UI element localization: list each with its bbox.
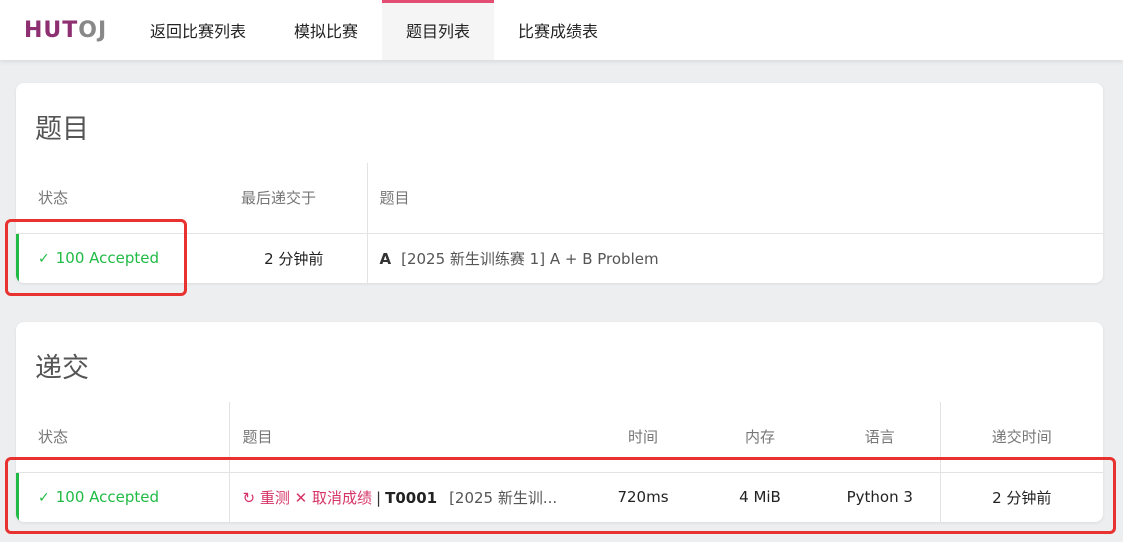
- cancel-score-label: 取消成绩: [312, 488, 373, 507]
- nav-mock-contest[interactable]: 模拟比赛: [270, 0, 382, 60]
- status-text: Accepted: [89, 249, 160, 268]
- status-score: 100: [55, 249, 85, 268]
- status-score: 100: [55, 488, 85, 507]
- last-submit-time: 2 分钟前: [264, 249, 324, 268]
- memory-usage: 4 MiB: [739, 488, 781, 507]
- rejudge-button[interactable]: ↻ 重测: [243, 489, 290, 507]
- nav-menu: 返回比赛列表 模拟比赛 题目列表 比赛成绩表: [126, 0, 622, 60]
- header-problem: 题目: [366, 163, 1103, 234]
- header-submit-time: 递交时间: [939, 402, 1103, 473]
- status-text: Accepted: [89, 488, 160, 507]
- submissions-card: 递交 状态 题目 时间 内存 语言 递交时间 ✓ 100 Accepted ↻ 重…: [16, 322, 1103, 522]
- problems-card: 题目 状态 最后递交于 题目 ✓ 100 Accepted 2 分钟前 A [202…: [16, 83, 1103, 283]
- nav-problem-list[interactable]: 题目列表: [382, 0, 495, 60]
- submissions-table: 状态 题目 时间 内存 语言 递交时间 ✓ 100 Accepted ↻ 重测 ✕…: [16, 402, 1103, 522]
- language: Python 3: [846, 488, 913, 507]
- problem-name-link[interactable]: [2025 新生训练赛 1] A + B Problem: [401, 250, 658, 268]
- nav-scoreboard[interactable]: 比赛成绩表: [494, 0, 622, 60]
- header-problem: 题目: [228, 402, 586, 473]
- top-navbar: HUTOJ 返回比赛列表 模拟比赛 题目列表 比赛成绩表: [0, 0, 1123, 60]
- submit-time: 2 分钟前: [939, 472, 1103, 522]
- problem-cell[interactable]: A [2025 新生训练赛 1] A + B Problem: [366, 233, 1103, 283]
- logo-text-hut: HUT: [24, 17, 79, 43]
- problems-table: 状态 最后递交于 题目 ✓ 100 Accepted 2 分钟前 A [2025 新…: [16, 163, 1103, 283]
- problem-id[interactable]: T0001: [385, 489, 437, 507]
- header-status: 状态: [16, 402, 229, 473]
- logo-text-oj: OJ: [78, 17, 108, 43]
- rejudge-label: 重测: [259, 488, 290, 507]
- problem-title-link[interactable]: [2025 新生训...: [449, 489, 557, 507]
- header-time: 时间: [586, 402, 700, 473]
- site-logo[interactable]: HUTOJ: [24, 18, 116, 43]
- check-icon: ✓: [38, 490, 50, 507]
- problems-section-title: 题目: [35, 114, 89, 145]
- rejudge-icon: ↻: [242, 488, 256, 507]
- table-row: ✓ 100 Accepted ↻ 重测 ✕ 取消成绩 | T0001 [2025 新生训…: [16, 472, 1103, 522]
- submissions-section-title: 递交: [35, 353, 89, 384]
- check-icon: ✓: [38, 251, 50, 268]
- problem-letter: A: [379, 249, 392, 268]
- separator: |: [376, 488, 382, 507]
- header-language: 语言: [820, 402, 940, 473]
- header-status: 状态: [16, 163, 221, 234]
- submission-problem-cell: ↻ 重测 ✕ 取消成绩 | T0001 [2025 新生训...: [228, 472, 586, 522]
- nav-back-to-contests[interactable]: 返回比赛列表: [126, 0, 270, 60]
- header-last-submit: 最后递交于: [221, 163, 367, 234]
- close-icon: ✕: [294, 488, 308, 507]
- status-badge[interactable]: ✓ 100 Accepted: [16, 233, 221, 283]
- cancel-score-button[interactable]: ✕ 取消成绩: [295, 489, 372, 507]
- header-memory: 内存: [700, 402, 820, 473]
- table-row: ✓ 100 Accepted 2 分钟前 A [2025 新生训练赛 1] A + …: [16, 233, 1103, 283]
- run-time: 720ms: [617, 488, 669, 507]
- status-badge[interactable]: ✓ 100 Accepted: [16, 472, 229, 522]
